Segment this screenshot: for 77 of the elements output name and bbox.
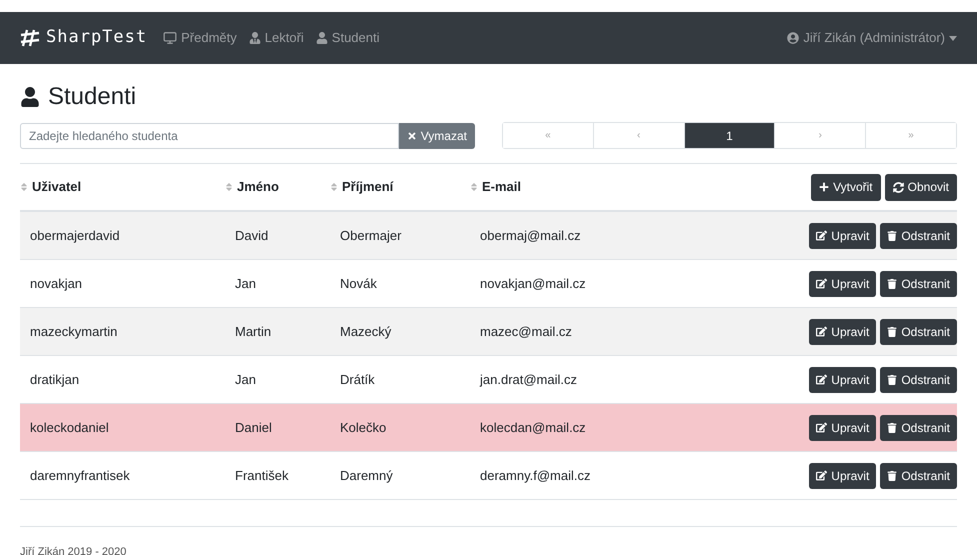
delete-button[interactable]: Odstranit	[880, 318, 957, 344]
table-cell: novakjan	[30, 276, 82, 291]
page-title: Studenti	[48, 82, 136, 112]
table-cell: David	[235, 228, 268, 243]
close-icon	[406, 130, 417, 140]
sort-icon[interactable]	[225, 182, 233, 192]
edit-icon	[816, 230, 828, 241]
delete-button[interactable]: Odstranit	[880, 366, 957, 392]
table-cell: mazec@mail.cz	[480, 324, 572, 339]
brand-name[interactable]: SharpTest	[46, 25, 148, 51]
page-link[interactable]: 1	[684, 123, 774, 148]
plus-icon	[819, 182, 830, 192]
column-header[interactable]: Příjmení	[342, 177, 394, 197]
table-cell: obermaj@mail.cz	[480, 228, 581, 243]
edit-icon	[816, 470, 828, 481]
user-icon	[316, 32, 328, 44]
user-icon	[20, 87, 40, 107]
table-cell: Novák	[340, 276, 377, 291]
refresh-button[interactable]: Obnovit	[884, 174, 957, 200]
table-cell: Jan	[235, 276, 256, 291]
nav-link[interactable]: Předměty	[163, 28, 237, 48]
table-cell: Daniel	[235, 420, 272, 435]
table-cell: obermajerdavid	[30, 228, 120, 243]
nav-link[interactable]: Studenti	[316, 28, 380, 48]
table-cell: jan.drat@mail.cz	[480, 372, 578, 387]
table-cell: dratikjan	[30, 372, 80, 387]
sort-icon[interactable]	[330, 182, 338, 192]
create-button[interactable]: Vytvořit	[811, 174, 881, 200]
table-cell: Mazecký	[340, 324, 392, 339]
edit-button[interactable]: Upravit	[809, 318, 876, 344]
logo-icon	[20, 29, 40, 47]
table-cell: Martin	[235, 324, 272, 339]
edit-icon	[816, 374, 828, 385]
user-icon	[248, 32, 261, 44]
search-field[interactable]: Zadejte hledaného studenta	[20, 122, 399, 148]
trash-icon	[887, 326, 898, 336]
footer-text: Jiří Zikán 2019 - 2020	[20, 546, 126, 555]
delete-button[interactable]: Odstranit	[880, 270, 957, 296]
refresh-icon	[892, 182, 904, 192]
table-cell: Drátík	[340, 372, 375, 387]
table-cell: novakjan@mail.cz	[480, 276, 586, 291]
edit-button[interactable]: Upravit	[809, 414, 876, 440]
table-cell: kolecdan@mail.cz	[480, 420, 586, 435]
delete-button[interactable]: Odstranit	[880, 414, 957, 440]
table-cell: mazeckymartin	[30, 324, 118, 339]
table-cell: Daremný	[340, 468, 393, 483]
table-cell: koleckodaniel	[30, 420, 109, 435]
edit-button[interactable]: Upravit	[809, 222, 876, 248]
table-cell: Jan	[235, 372, 256, 387]
edit-icon	[816, 278, 828, 289]
table-cell: František	[235, 468, 288, 483]
nav-link[interactable]: Lektoři	[248, 28, 304, 48]
user-menu[interactable]: Jiří Zikán (Administrátor)	[787, 28, 957, 48]
trash-icon	[887, 470, 898, 480]
edit-button[interactable]: Upravit	[809, 462, 876, 488]
trash-icon	[887, 230, 898, 240]
table-cell: Obermajer	[340, 228, 402, 243]
column-header[interactable]: Uživatel	[32, 177, 82, 197]
delete-button[interactable]: Odstranit	[880, 462, 957, 488]
edit-icon	[816, 422, 828, 433]
trash-icon	[887, 374, 898, 384]
clear-button[interactable]: Vymazat	[398, 122, 475, 148]
sort-icon[interactable]	[20, 182, 28, 192]
column-header[interactable]: E-mail	[482, 177, 522, 197]
trash-icon	[887, 422, 898, 432]
edit-button[interactable]: Upravit	[809, 270, 876, 296]
trash-icon	[887, 278, 898, 288]
monitor-icon	[163, 31, 178, 45]
edit-icon	[816, 326, 828, 337]
edit-button[interactable]: Upravit	[809, 366, 876, 392]
table-cell: daremnyfrantisek	[30, 468, 130, 483]
table-cell: deramny.f@mail.cz	[480, 468, 590, 483]
sort-icon[interactable]	[470, 182, 478, 192]
column-header[interactable]: Jméno	[237, 177, 279, 197]
caret-icon	[949, 36, 957, 40]
delete-button[interactable]: Odstranit	[880, 222, 957, 248]
table-cell: Kolečko	[340, 420, 386, 435]
